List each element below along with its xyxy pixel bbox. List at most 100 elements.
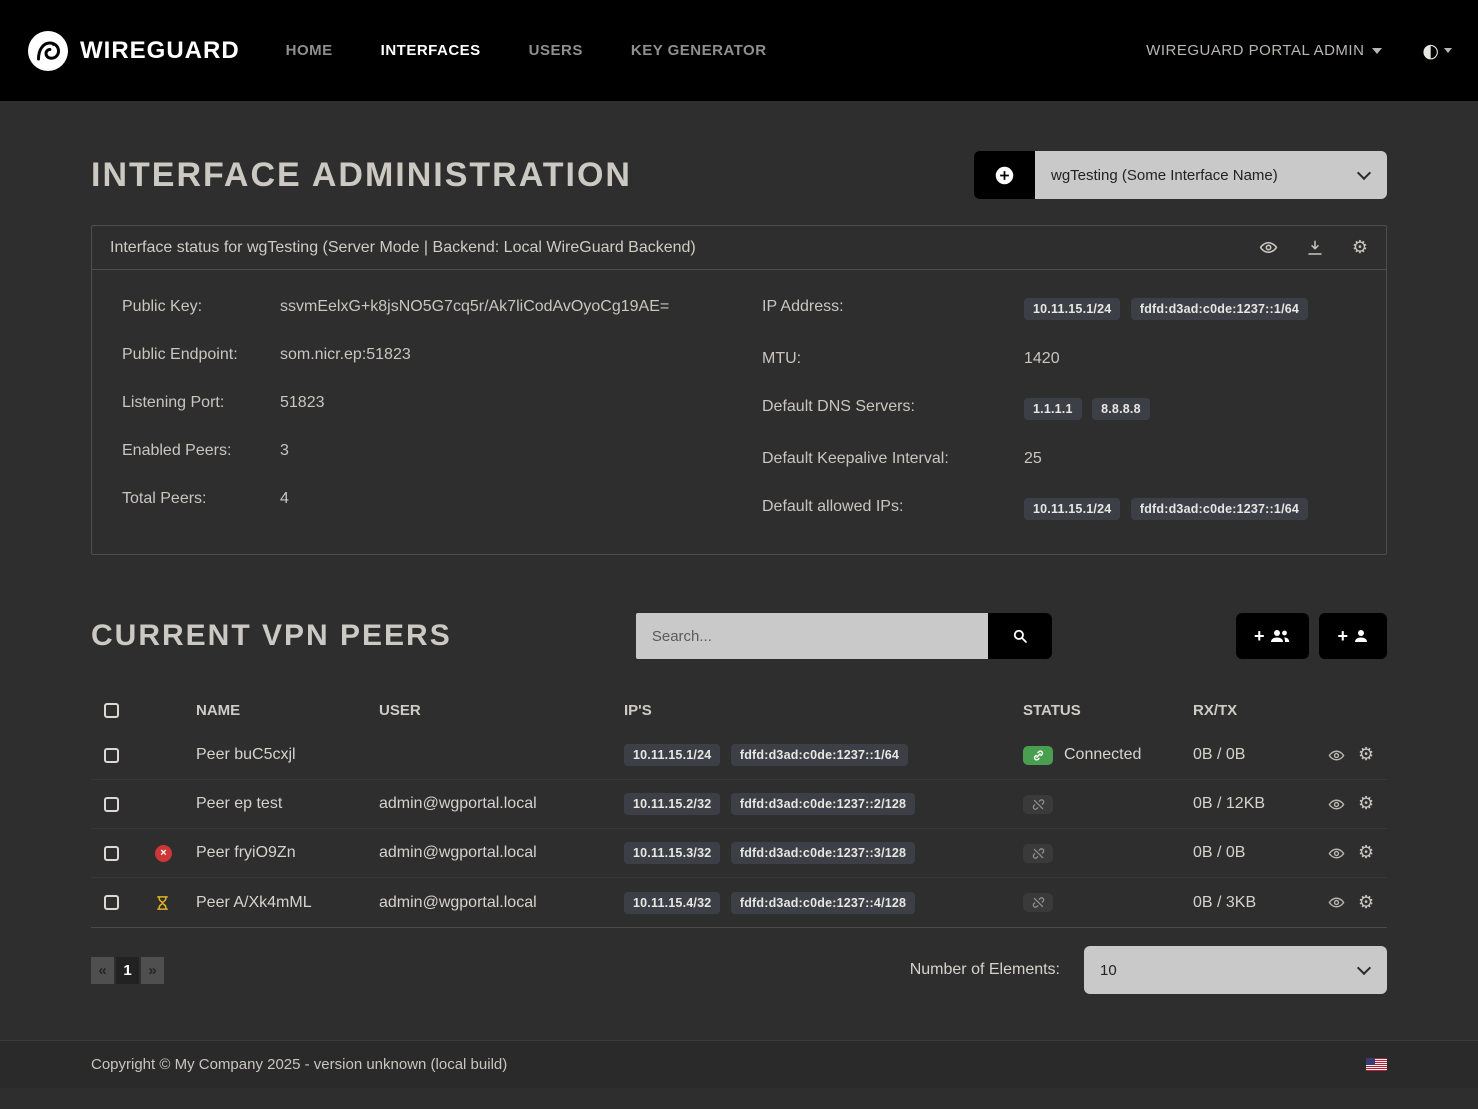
pagination-page-1[interactable]: 1 [116,957,139,984]
admin-dropdown[interactable]: WIREGUARD PORTAL ADMIN [1146,42,1382,59]
link-slash-icon [1023,893,1053,912]
table-footer: « 1 » Number of Elements: 10 [91,946,1387,994]
peer-rxtx: 0B / 3KB [1193,894,1328,912]
eye-icon [1328,894,1345,911]
peer-status: Connected [1023,746,1193,765]
peer-status [1023,795,1193,814]
nav-item-home[interactable]: HOME [286,42,333,59]
search-icon [1011,627,1029,645]
interface-select-wrap: wgTesting (Some Interface Name) [1035,151,1387,199]
peers-header: CURRENT VPN PEERS + [91,613,1387,659]
elements-per-page-label: Number of Elements: [910,961,1060,979]
peer-user: admin@wgportal.local [379,894,624,912]
mtu-value: 1420 [1024,350,1356,368]
dns-badges: 1.1.1.1 8.8.8.8 [1024,398,1356,420]
dns-badge: 1.1.1.1 [1024,398,1082,420]
ip-badge: fdfd:d3ad:c0de:1237::3/128 [731,842,915,864]
row-actions: ⚙ [1328,746,1388,764]
view-peer-button[interactable] [1328,747,1345,764]
plus-icon: + [1254,626,1265,647]
peer-rxtx: 0B / 12KB [1193,795,1328,813]
row-checkbox[interactable] [104,797,119,812]
dns-badge: 8.8.8.8 [1092,398,1150,420]
plus-icon: + [1337,626,1348,647]
row-checkbox[interactable] [104,895,119,910]
edit-interface-button[interactable]: ⚙ [1352,239,1368,257]
theme-half-circle-icon: ◐ [1422,40,1439,62]
row-actions: ⚙ [1328,795,1388,813]
interface-select[interactable]: wgTesting (Some Interface Name) [1035,151,1387,199]
total-peers-value: 4 [280,490,716,508]
listening-port-value: 51823 [280,394,716,412]
ip-badge: 10.11.15.2/32 [624,793,720,815]
field-label: Public Key: [122,298,280,316]
field-label: Public Endpoint: [122,346,280,364]
column-header-name: NAME [196,702,379,719]
pagination-prev-button[interactable]: « [91,957,114,984]
pagination: « 1 » [91,957,164,984]
person-icon [1353,628,1369,644]
interface-status-card-body: Public Key: ssvmEelxG+k8jsNO5G7cq5r/Ak7l… [92,270,1386,554]
edit-peer-button[interactable]: ⚙ [1358,894,1374,912]
keepalive-value: 25 [1024,450,1356,468]
nav-item-users[interactable]: USERS [529,42,583,59]
us-flag-language-icon[interactable] [1366,1058,1387,1071]
public-endpoint-value: som.nicr.ep:51823 [280,346,716,364]
view-peer-button[interactable] [1328,845,1345,862]
search-input[interactable] [636,613,988,659]
card-header-icons: ⚙ [1259,238,1368,257]
view-peer-button[interactable] [1328,796,1345,813]
elements-per-page-select[interactable]: 10 [1084,946,1387,994]
peer-name: Peer fryiO9Zn [196,844,379,862]
edit-peer-button[interactable]: ⚙ [1358,844,1374,862]
peer-rxtx: 0B / 0B [1193,844,1328,862]
nav-item-key-generator[interactable]: KEY GENERATOR [631,42,767,59]
brand[interactable]: WireGuard [26,29,240,73]
pagination-next-button[interactable]: » [141,957,164,984]
peer-user: admin@wgportal.local [379,844,624,862]
ip-badge: fdfd:d3ad:c0de:1237::1/64 [1131,498,1308,520]
peer-status [1023,893,1193,912]
peer-rxtx: 0B / 0B [1193,746,1328,764]
interface-status-card-header: Interface status for wgTesting (Server M… [92,226,1386,270]
peer-status [1023,844,1193,863]
view-config-button[interactable] [1259,238,1278,257]
nav-item-interfaces[interactable]: INTERFACES [381,42,481,59]
row-actions: ⚙ [1328,894,1388,912]
row-checkbox[interactable] [104,846,119,861]
ip-address-badges: 10.11.15.1/24 fdfd:d3ad:c0de:1237::1/64 [1024,298,1356,320]
add-multiple-peers-button[interactable]: + [1236,613,1310,659]
enabled-peers-value: 3 [280,442,716,460]
ip-badge: 10.11.15.4/32 [624,892,720,914]
field-label: IP Address: [762,298,1024,320]
ip-badge: 10.11.15.3/32 [624,842,720,864]
gear-icon: ⚙ [1358,844,1374,862]
peers-section-title: CURRENT VPN PEERS [91,619,452,653]
download-config-button[interactable] [1306,239,1324,257]
ip-badge: fdfd:d3ad:c0de:1237::4/128 [731,892,915,914]
wireguard-logo-icon [26,29,70,73]
status-fields-left: Public Key: ssvmEelxG+k8jsNO5G7cq5r/Ak7l… [122,298,716,520]
row-actions: ⚙ [1328,844,1388,862]
table-row: Peer A/Xk4mML admin@wgportal.local 10.11… [91,878,1387,927]
search-button[interactable] [988,613,1052,659]
peer-ips: 10.11.15.4/32 fdfd:d3ad:c0de:1237::4/128 [624,892,1023,914]
view-peer-button[interactable] [1328,894,1345,911]
row-checkbox[interactable] [104,748,119,763]
eye-icon [1328,796,1345,813]
add-interface-button[interactable] [974,151,1035,199]
edit-peer-button[interactable]: ⚙ [1358,795,1374,813]
edit-peer-button[interactable]: ⚙ [1358,746,1374,764]
hourglass-expiring-icon [155,895,170,911]
table-row: × Peer fryiO9Zn admin@wgportal.local 10.… [91,829,1387,878]
select-all-checkbox[interactable] [104,703,119,718]
theme-toggle-dropdown[interactable]: ◐ [1422,40,1452,62]
copyright-text: Copyright © My Company 2025 - version un… [91,1056,507,1073]
link-slash-icon [1023,844,1053,863]
caret-down-icon [1372,48,1382,54]
ip-badge: fdfd:d3ad:c0de:1237::1/64 [1131,298,1308,320]
gear-icon: ⚙ [1352,239,1368,257]
ip-badge: 10.11.15.1/24 [1024,298,1120,320]
add-peer-button[interactable]: + [1319,613,1387,659]
interface-selector-group: wgTesting (Some Interface Name) [974,151,1387,199]
